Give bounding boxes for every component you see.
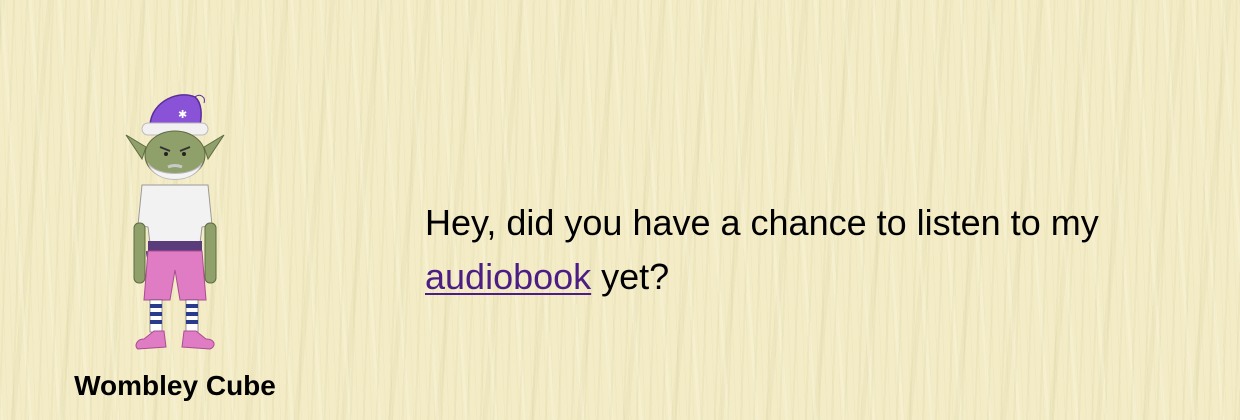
dialogue-text-after: yet? [591, 256, 670, 297]
svg-text:✱: ✱ [178, 108, 187, 121]
elf-character-icon: ✱ [125, 94, 225, 350]
dialogue-text-before: Hey, did you have a chance to listen to … [425, 202, 1099, 243]
conversation-panel: ✱ Wombley Cube Hey, did you have a chanc… [0, 0, 1240, 420]
audiobook-link[interactable]: audiobook [425, 256, 591, 297]
dialogue-text: Hey, did you have a chance to listen to … [425, 196, 1215, 304]
character-card: ✱ Wombley Cube [40, 80, 310, 410]
character-name: Wombley Cube [74, 370, 276, 401]
